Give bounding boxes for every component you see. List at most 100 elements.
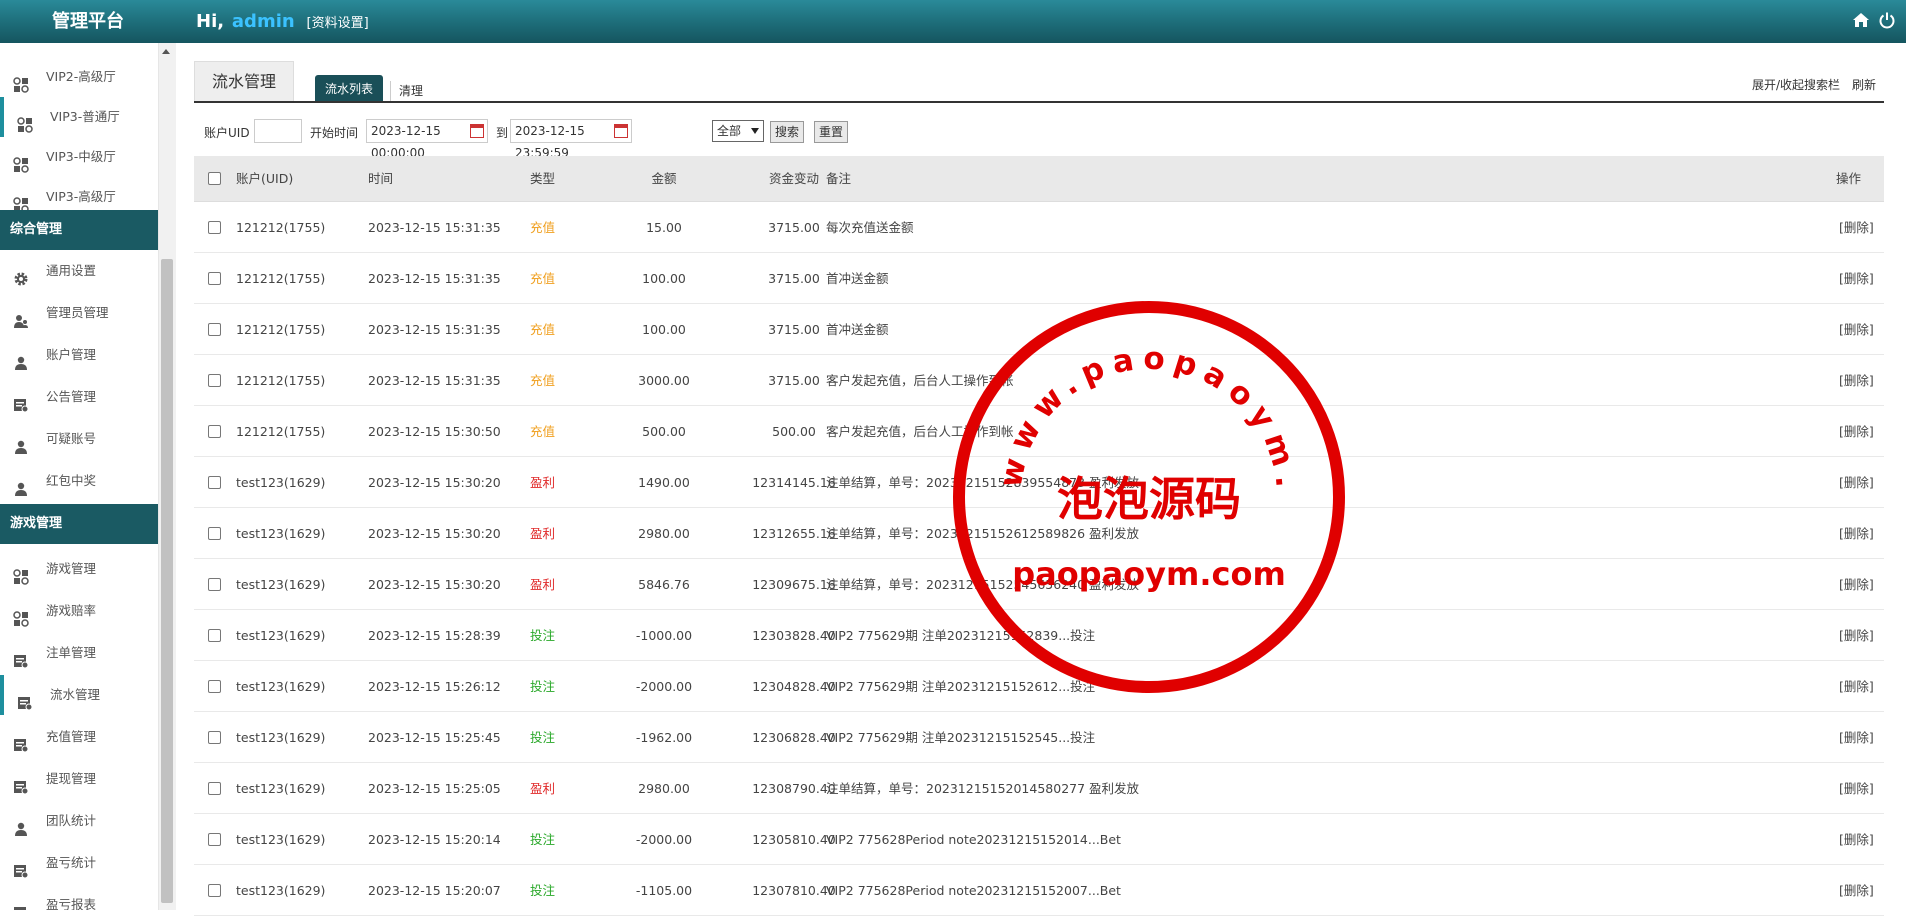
- cell-note: 每次充值送金额: [826, 220, 914, 235]
- cell-amount: 100.00: [642, 322, 686, 337]
- username[interactable]: admin: [232, 11, 295, 32]
- type-select[interactable]: 全部: [712, 120, 764, 142]
- row-checkbox[interactable]: [208, 680, 221, 693]
- delete-link[interactable]: [删除]: [1839, 253, 1874, 304]
- start-time-input[interactable]: 2023-12-15 00:00:00: [366, 119, 488, 160]
- sidebar-item[interactable]: 充值管理: [0, 717, 158, 757]
- table-row: test123(1629) 2023-12-15 15:25:45 投注 -1962.…: [194, 712, 1884, 763]
- sidebar-item[interactable]: 流水管理: [0, 675, 158, 715]
- delete-link[interactable]: [删除]: [1839, 355, 1874, 406]
- sidebar-item[interactable]: 盈亏统计: [0, 843, 158, 883]
- doc-icon: [13, 855, 29, 879]
- sidebar-item[interactable]: VIP3-普通厅: [0, 97, 158, 137]
- main-content: 流水管理 流水列表 清理 展开/收起搜索栏 刷新 账户UID 开始时间 2023…: [194, 43, 1906, 916]
- delete-link[interactable]: [删除]: [1839, 202, 1874, 253]
- cell-note: VIP2 775628Period note20231215152007...B…: [826, 883, 1121, 898]
- sidebar-item[interactable]: 注单管理: [0, 633, 158, 673]
- table-row: 121212(1755) 2023-12-15 15:30:50 充值 500.00 5…: [194, 406, 1884, 457]
- tab-flow-management[interactable]: 流水管理: [194, 61, 294, 101]
- delete-link[interactable]: [删除]: [1839, 763, 1874, 814]
- select-all-checkbox[interactable]: [208, 172, 221, 185]
- column-header: 操作: [1836, 171, 1862, 186]
- delete-link[interactable]: [删除]: [1839, 610, 1874, 661]
- sidebar-item[interactable]: 游戏赔率: [0, 591, 158, 631]
- reset-button[interactable]: 重置: [814, 121, 848, 143]
- sidebar-item[interactable]: VIP3-中级厅: [0, 137, 158, 177]
- sidebar-item[interactable]: 账户管理: [0, 335, 158, 375]
- row-checkbox[interactable]: [208, 782, 221, 795]
- sidebar-item[interactable]: 红包中奖: [0, 461, 158, 501]
- delete-link[interactable]: [删除]: [1839, 304, 1874, 355]
- refresh-link[interactable]: 刷新: [1852, 76, 1876, 93]
- row-checkbox[interactable]: [208, 629, 221, 642]
- user-group-icon: [13, 305, 29, 328]
- start-time-value: 2023-12-15 00:00:00: [371, 124, 441, 160]
- cell-type: 充值: [530, 373, 556, 388]
- calendar-icon[interactable]: [470, 124, 484, 138]
- doc-icon: [13, 729, 29, 753]
- toggle-search-link[interactable]: 展开/收起搜索栏: [1752, 76, 1840, 93]
- cell-amount: 3000.00: [638, 373, 690, 388]
- uid-label: 账户UID: [204, 126, 250, 140]
- delete-link[interactable]: [删除]: [1839, 508, 1874, 559]
- sidebar-item[interactable]: 提现管理: [0, 759, 158, 799]
- row-checkbox[interactable]: [208, 884, 221, 897]
- tab-flow-list[interactable]: 流水列表: [315, 75, 383, 103]
- sidebar-item[interactable]: 管理员管理: [0, 293, 158, 333]
- delete-link[interactable]: [删除]: [1839, 661, 1874, 712]
- tab-clear[interactable]: 清理: [390, 81, 423, 101]
- delete-link[interactable]: [删除]: [1839, 712, 1874, 763]
- cell-time: 2023-12-15 15:20:14: [368, 832, 501, 847]
- sidebar-scrollbar[interactable]: [158, 43, 176, 910]
- cell-type: 盈利: [530, 781, 556, 796]
- cell-account: test123(1629): [236, 679, 326, 694]
- row-checkbox[interactable]: [208, 425, 221, 438]
- tab-divider: [194, 101, 1884, 103]
- profile-settings-link[interactable]: [资料设置]: [307, 16, 369, 31]
- sidebar-item[interactable]: 可疑账号: [0, 419, 158, 459]
- row-checkbox[interactable]: [208, 578, 221, 591]
- uid-input[interactable]: [254, 119, 302, 143]
- cell-account: 121212(1755): [236, 373, 326, 388]
- sidebar-group-general[interactable]: 综合管理: [0, 210, 158, 250]
- row-checkbox[interactable]: [208, 833, 221, 846]
- delete-link[interactable]: [删除]: [1839, 457, 1874, 508]
- sidebar-item[interactable]: VIP2-高级厅: [0, 57, 158, 97]
- power-icon[interactable]: [1878, 11, 1896, 29]
- delete-link[interactable]: [删除]: [1839, 865, 1874, 916]
- cell-type: 盈利: [530, 526, 556, 541]
- cell-time: 2023-12-15 15:31:35: [368, 220, 501, 235]
- row-checkbox[interactable]: [208, 221, 221, 234]
- scroll-up-arrow[interactable]: [162, 49, 170, 54]
- delete-link[interactable]: [删除]: [1839, 814, 1874, 865]
- sidebar-item[interactable]: 团队统计: [0, 801, 158, 841]
- row-checkbox[interactable]: [208, 731, 221, 744]
- delete-link[interactable]: [删除]: [1839, 559, 1874, 610]
- home-icon[interactable]: [1852, 11, 1870, 29]
- delete-link[interactable]: [删除]: [1839, 406, 1874, 457]
- sidebar-item[interactable]: 公告管理: [0, 377, 158, 417]
- row-checkbox[interactable]: [208, 323, 221, 336]
- sidebar-item[interactable]: 通用设置: [0, 251, 158, 291]
- search-button[interactable]: 搜索: [770, 121, 804, 143]
- table-row: 121212(1755) 2023-12-15 15:31:35 充值 15.00 37…: [194, 202, 1884, 253]
- row-checkbox[interactable]: [208, 527, 221, 540]
- calendar-icon[interactable]: [614, 124, 628, 138]
- sidebar-group-game[interactable]: 游戏管理: [0, 504, 158, 544]
- gear-icon: [13, 263, 29, 286]
- cell-type: 投注: [530, 730, 556, 745]
- scrollbar-thumb[interactable]: [161, 259, 173, 903]
- row-checkbox[interactable]: [208, 476, 221, 489]
- row-checkbox[interactable]: [208, 272, 221, 285]
- cell-note: VIP2 775629期 注单20231215152839...投注: [826, 628, 1096, 643]
- cell-account: test123(1629): [236, 526, 326, 541]
- column-header: 类型: [530, 171, 556, 186]
- sidebar-item-label: 管理员管理: [46, 305, 109, 320]
- row-checkbox[interactable]: [208, 374, 221, 387]
- cell-time: 2023-12-15 15:25:45: [368, 730, 501, 745]
- sidebar-item[interactable]: 盈亏报表: [0, 885, 158, 910]
- cell-time: 2023-12-15 15:25:05: [368, 781, 501, 796]
- sidebar-item[interactable]: 游戏管理: [0, 549, 158, 589]
- end-time-input[interactable]: 2023-12-15 23:59:59: [510, 119, 632, 160]
- column-header: 备注: [826, 171, 852, 186]
